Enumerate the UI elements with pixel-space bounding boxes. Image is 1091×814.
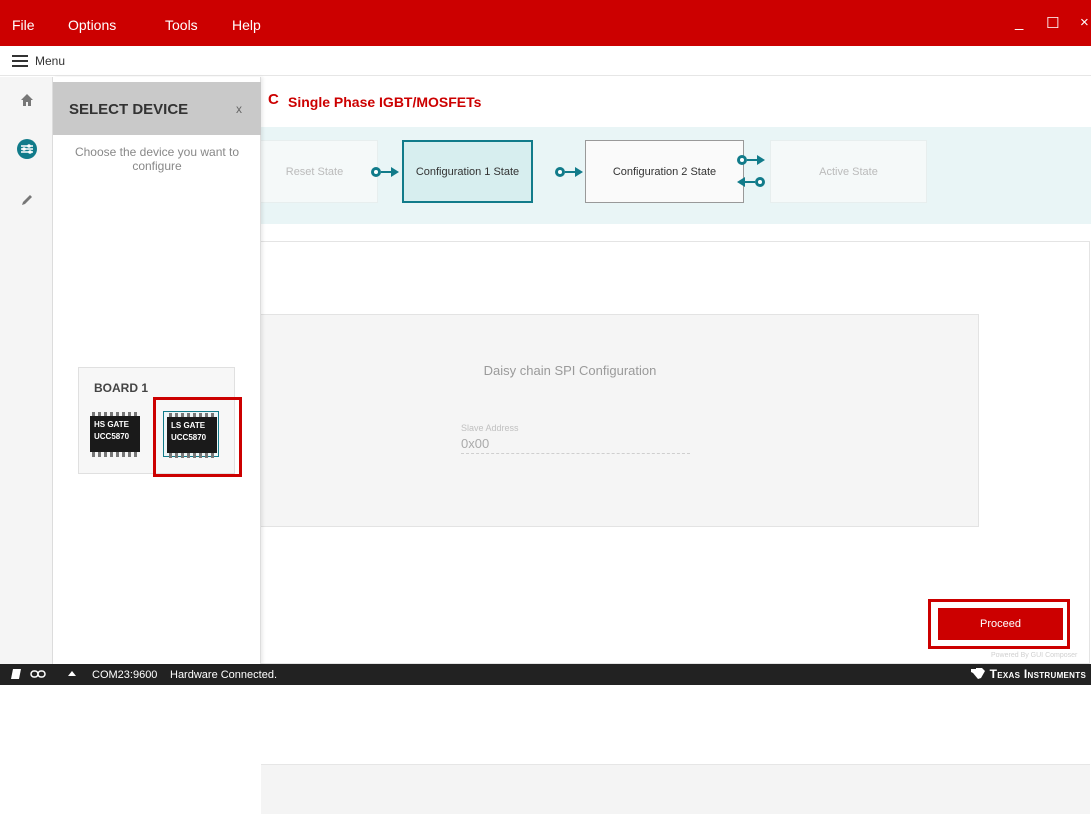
pencil-icon[interactable] xyxy=(0,185,53,215)
menu-tools[interactable]: Tools xyxy=(165,17,198,33)
state-config-2[interactable]: Configuration 2 State xyxy=(585,140,744,203)
link-icon[interactable] xyxy=(30,669,46,679)
ls-gate-chip[interactable]: LS GATE UCC5870 xyxy=(163,411,219,458)
state-label: Configuration 2 State xyxy=(612,165,717,178)
brand-text: Texas Instruments xyxy=(989,667,1087,681)
panel-close-button[interactable]: x xyxy=(236,102,242,116)
menu-help[interactable]: Help xyxy=(232,17,261,33)
refresh-icon[interactable]: C xyxy=(268,91,279,108)
chip-label: LS GATE xyxy=(171,421,206,430)
proceed-button[interactable]: Proceed xyxy=(938,608,1063,640)
panel-title: SELECT DEVICE xyxy=(69,101,189,118)
menu-file[interactable]: File xyxy=(12,17,35,33)
ti-logo: Texas Instruments xyxy=(970,667,1086,681)
state-label: Configuration 1 State xyxy=(415,165,520,178)
spi-title: Daisy chain SPI Configuration xyxy=(483,363,657,378)
board-card: BOARD 1 HS GATE UCC5870 LS GATE UCC5870 xyxy=(78,367,235,474)
main-content: C Single Phase IGBT/MOSFETs Reset State … xyxy=(251,77,1091,814)
chip-label: HS GATE xyxy=(94,420,129,429)
settings-sliders-icon[interactable] xyxy=(0,134,53,164)
connection-status: Hardware Connected. xyxy=(170,669,278,681)
chip-part: UCC5870 xyxy=(171,433,207,442)
slave-address-input[interactable] xyxy=(461,434,690,454)
transition-arrow-icon xyxy=(371,167,399,177)
hamburger-icon[interactable] xyxy=(12,55,28,67)
state-label: Reset State xyxy=(285,165,344,178)
panel-description: Choose the device you want to configure xyxy=(74,145,240,173)
action-bar xyxy=(261,764,1090,814)
panel-header: SELECT DEVICE x xyxy=(53,82,261,135)
notebook-icon[interactable] xyxy=(10,668,22,680)
title-bar: File Options Tools Help _ ☐ × xyxy=(0,0,1091,46)
page-title: Single Phase IGBT/MOSFETs xyxy=(288,94,482,110)
transition-arrow-icon xyxy=(737,155,765,165)
port-status: COM23:9600 xyxy=(92,669,158,681)
ti-logo-icon xyxy=(971,668,985,679)
state-config-1[interactable]: Configuration 1 State xyxy=(402,140,533,203)
status-bar: COM23:9600 Hardware Connected. Texas Ins… xyxy=(0,664,1091,685)
maximize-button[interactable]: ☐ xyxy=(1046,14,1059,32)
state-active[interactable]: Active State xyxy=(770,140,927,203)
state-reset[interactable]: Reset State xyxy=(251,140,378,203)
close-button[interactable]: × xyxy=(1080,14,1089,31)
config-card: Daisy chain SPI Configuration Slave Addr… xyxy=(261,241,1090,814)
caret-up-icon[interactable] xyxy=(68,670,76,677)
chip-part: UCC5870 xyxy=(94,432,130,441)
board-title: BOARD 1 xyxy=(94,381,149,395)
menu-options[interactable]: Options xyxy=(68,17,116,33)
menu-toolbar: Menu xyxy=(0,46,1091,76)
transition-arrow-back-icon xyxy=(737,177,765,187)
state-label: Active State xyxy=(819,165,878,178)
state-diagram: Reset State Configuration 1 State Config… xyxy=(251,127,1091,224)
transition-arrow-icon xyxy=(555,167,583,177)
home-icon[interactable] xyxy=(0,85,53,115)
menu-label[interactable]: Menu xyxy=(35,54,65,68)
powered-by-text: Powered By GUI Composer xyxy=(991,652,1078,659)
spi-config-box: Daisy chain SPI Configuration Slave Addr… xyxy=(261,314,979,527)
side-nav xyxy=(0,77,53,664)
minimize-button[interactable]: _ xyxy=(1015,14,1023,31)
select-device-panel: SELECT DEVICE x Choose the device you wa… xyxy=(53,77,261,664)
hs-gate-chip[interactable]: HS GATE UCC5870 xyxy=(87,411,143,457)
slave-address-label: Slave Address xyxy=(461,423,519,433)
